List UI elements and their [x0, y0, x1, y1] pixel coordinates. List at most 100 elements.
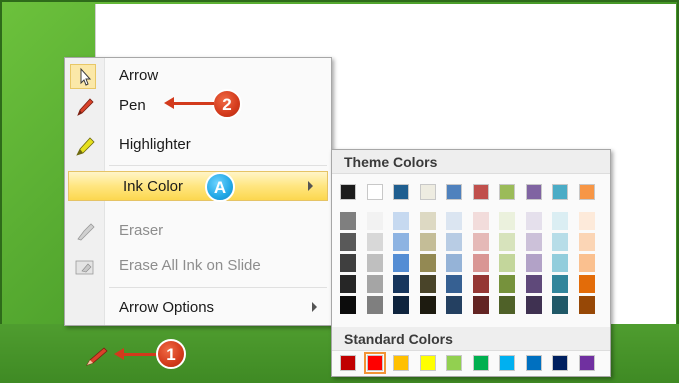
theme-color-shade-swatch[interactable] [393, 233, 409, 251]
theme-color-shade-swatch[interactable] [525, 233, 542, 251]
menu-item-label: Ink Color [123, 178, 184, 195]
standard-color-swatch[interactable] [578, 355, 595, 371]
menu-item-eraser[interactable]: Eraser [65, 216, 331, 246]
menu-separator [109, 287, 327, 288]
theme-color-shade-swatch[interactable] [578, 296, 595, 314]
menu-item-label: Eraser [119, 222, 164, 239]
callout-arrowhead-icon [114, 348, 124, 360]
menu-item-highlighter[interactable]: Highlighter [65, 130, 331, 160]
callout-step-a: A [205, 172, 235, 202]
theme-color-shade-swatch[interactable] [525, 296, 542, 314]
theme-color-shade-swatch[interactable] [525, 275, 542, 293]
theme-color-shade-swatch[interactable] [446, 233, 462, 251]
theme-color-shade-swatch[interactable] [578, 212, 595, 230]
theme-color-shade-swatch[interactable] [525, 254, 542, 272]
theme-color-shade-swatch[interactable] [552, 275, 568, 293]
standard-color-swatch[interactable] [340, 355, 356, 371]
standard-colors-header: Standard Colors [332, 327, 610, 351]
theme-color-shade-swatch[interactable] [578, 233, 595, 251]
theme-color-swatch[interactable] [393, 184, 409, 200]
pen-pointer-icon[interactable] [84, 345, 110, 367]
theme-color-shade-swatch[interactable] [419, 296, 436, 314]
theme-color-shade-swatch[interactable] [366, 275, 383, 293]
theme-color-shade-swatch[interactable] [419, 233, 436, 251]
theme-color-shade-swatch[interactable] [393, 296, 409, 314]
submenu-chevron-right-icon [312, 302, 317, 312]
theme-color-shade-swatch[interactable] [419, 254, 436, 272]
pen-icon [77, 98, 94, 116]
theme-color-shade-swatch[interactable] [340, 296, 356, 314]
theme-color-shade-swatch[interactable] [472, 275, 489, 293]
theme-color-shade-swatch[interactable] [552, 254, 568, 272]
theme-color-swatch[interactable] [366, 184, 383, 200]
theme-color-swatch[interactable] [446, 184, 462, 200]
theme-color-shade-swatch[interactable] [499, 233, 515, 251]
theme-color-shade-swatch[interactable] [499, 254, 515, 272]
theme-color-shade-swatch[interactable] [393, 212, 409, 230]
theme-color-swatch[interactable] [340, 184, 356, 200]
theme-color-shade-swatch[interactable] [340, 254, 356, 272]
callout-arrow-line [172, 102, 214, 105]
theme-color-swatch[interactable] [419, 184, 436, 200]
arrow-pointer-icon [80, 67, 92, 86]
standard-color-swatch[interactable] [446, 355, 462, 371]
theme-color-shade-swatch[interactable] [525, 212, 542, 230]
menu-item-arrow-options[interactable]: Arrow Options [65, 293, 331, 323]
theme-color-shade-swatch[interactable] [552, 296, 568, 314]
theme-color-swatch[interactable] [499, 184, 515, 200]
theme-color-shade-swatch[interactable] [499, 275, 515, 293]
theme-color-shade-swatch[interactable] [366, 296, 383, 314]
menu-item-arrow[interactable]: Arrow [65, 61, 331, 91]
highlighter-icon [76, 137, 95, 156]
theme-color-shade-swatch[interactable] [340, 233, 356, 251]
eraser-icon [77, 223, 95, 241]
theme-color-shade-swatch[interactable] [446, 296, 462, 314]
theme-color-shade-swatch[interactable] [578, 275, 595, 293]
menu-item-ink-color[interactable]: Ink Color [68, 171, 328, 201]
standard-color-swatch[interactable] [363, 352, 386, 374]
theme-color-shade-swatch[interactable] [340, 275, 356, 293]
theme-color-shade-swatch[interactable] [366, 233, 383, 251]
theme-color-shade-swatch[interactable] [446, 254, 462, 272]
standard-colors-title: Standard Colors [344, 331, 453, 347]
theme-color-shade-swatch[interactable] [499, 296, 515, 314]
theme-color-swatch[interactable] [578, 184, 595, 200]
theme-color-shade-swatch[interactable] [472, 212, 489, 230]
theme-color-shade-swatch[interactable] [472, 254, 489, 272]
standard-color-swatch[interactable] [419, 355, 436, 371]
theme-color-shade-swatch[interactable] [578, 254, 595, 272]
theme-color-shade-swatch[interactable] [366, 212, 383, 230]
theme-color-shade-swatch[interactable] [472, 296, 489, 314]
menu-item-erase-all-ink[interactable]: Erase All Ink on Slide [65, 251, 331, 281]
menu-item-label: Highlighter [119, 136, 191, 153]
theme-color-swatch[interactable] [552, 184, 568, 200]
theme-color-shade-swatch[interactable] [393, 254, 409, 272]
pointer-options-menu: Arrow Pen Highlighter Ink Color Eraser E… [64, 57, 332, 326]
standard-color-swatch[interactable] [525, 355, 542, 371]
standard-color-swatch[interactable] [472, 355, 489, 371]
theme-color-shade-swatch[interactable] [366, 254, 383, 272]
theme-color-swatch[interactable] [472, 184, 489, 200]
submenu-chevron-right-icon [308, 181, 313, 191]
theme-color-shade-swatch[interactable] [419, 275, 436, 293]
menu-item-label: Pen [119, 97, 146, 114]
theme-color-shade-swatch[interactable] [552, 233, 568, 251]
ink-color-palette: Theme Colors Standard Colors [331, 149, 611, 377]
theme-color-swatch[interactable] [525, 184, 542, 200]
theme-color-shade-swatch[interactable] [499, 212, 515, 230]
menu-item-label: Arrow [119, 67, 159, 84]
menu-item-pen[interactable]: Pen [65, 91, 331, 121]
theme-color-shade-swatch[interactable] [472, 233, 489, 251]
callout-step-1: 1 [156, 339, 186, 369]
callout-step-2: 2 [212, 89, 242, 119]
theme-color-shade-swatch[interactable] [393, 275, 409, 293]
standard-color-swatch[interactable] [499, 355, 515, 371]
standard-color-swatch[interactable] [393, 355, 409, 371]
theme-color-shade-swatch[interactable] [446, 275, 462, 293]
theme-color-shade-swatch[interactable] [419, 212, 436, 230]
theme-color-shade-swatch[interactable] [340, 212, 356, 230]
theme-color-shade-swatch[interactable] [446, 212, 462, 230]
theme-color-shade-swatch[interactable] [552, 212, 568, 230]
menu-item-label: Arrow Options [119, 299, 215, 316]
standard-color-swatch[interactable] [552, 355, 568, 371]
